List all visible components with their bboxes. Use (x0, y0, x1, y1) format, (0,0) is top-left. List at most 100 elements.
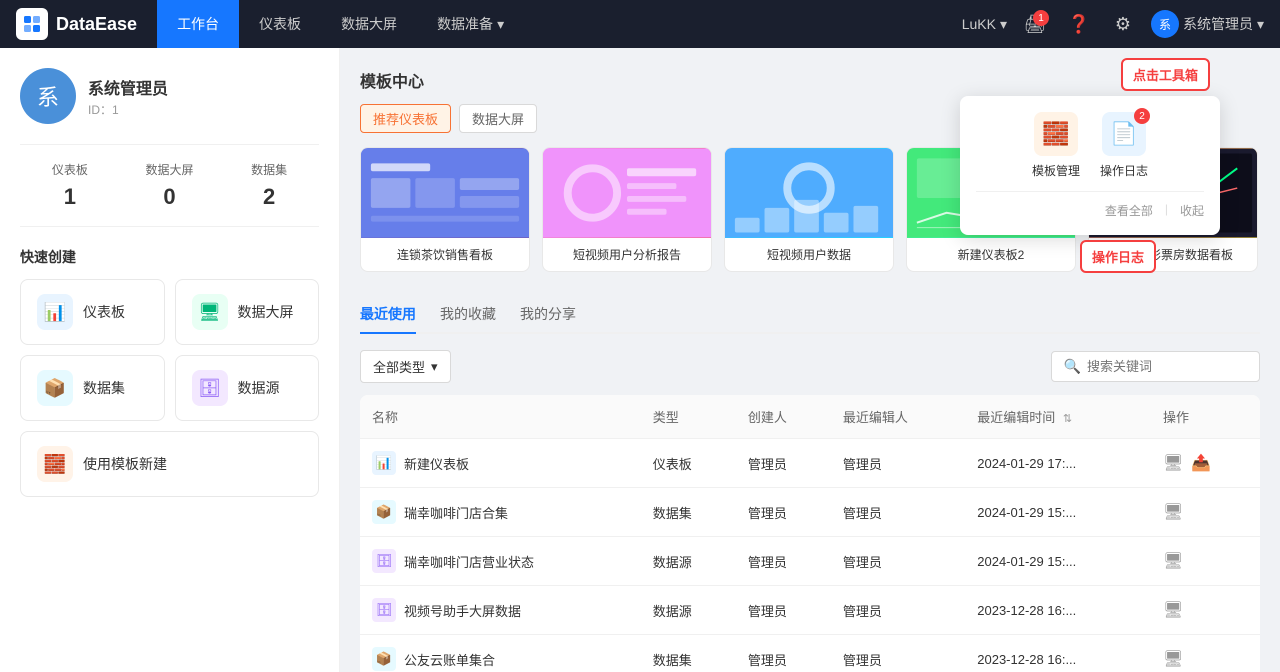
sort-icon[interactable]: ⇅ (1063, 413, 1072, 425)
nav-tab-dataprep[interactable]: 数据准备 ▾ (417, 0, 524, 48)
stat-dataset: 数据集 2 (219, 161, 319, 210)
help-icon-button[interactable]: ❓ (1063, 8, 1095, 40)
row-name: 新建仪表板 (404, 454, 469, 473)
callout-toolbox-label: 点击工具箱 (1121, 58, 1210, 91)
template-card-2[interactable]: 短视频用户分析报告 (542, 147, 712, 272)
tag-datascreen[interactable]: 数据大屏 (459, 104, 537, 133)
quick-item-datasource[interactable]: 🗄 数据源 (175, 355, 320, 421)
quick-create-title: 快速创建 (20, 247, 319, 267)
quick-item-template[interactable]: 🧱 使用模板新建 (20, 431, 319, 497)
toolbar-tooltip-popup: 🧱 模板管理 📄 2 操作日志 查看全部 | 收起 点击工具箱 (960, 96, 1220, 235)
nav-tab-dashboard[interactable]: 仪表板 (239, 0, 321, 48)
tab-shared[interactable]: 我的分享 (520, 296, 576, 334)
search-box: 🔍 (1051, 351, 1260, 382)
dashboard-icon: 📊 (37, 294, 73, 330)
tooltip-items: 🧱 模板管理 📄 2 操作日志 (976, 112, 1204, 179)
preview-icon[interactable]: 🖥 (1163, 453, 1183, 473)
preview-icon[interactable]: 🖥 (1163, 502, 1183, 522)
tab-recent[interactable]: 最近使用 (360, 296, 416, 334)
template-icon: 🧱 (37, 446, 73, 482)
user-name: 系统管理员 (88, 75, 168, 99)
row-type-icon: 🗄 (372, 598, 396, 622)
avatar: 系 (20, 68, 76, 124)
stat-dashboard: 仪表板 1 (20, 161, 120, 210)
col-type: 类型 (641, 395, 736, 439)
chevron-down-icon: ▾ (431, 359, 438, 375)
row-name: 瑞幸咖啡门店合集 (404, 503, 508, 522)
table-row: 🗄 视频号助手大屏数据 数据源 管理员 管理员 2023-12-28 16:..… (360, 586, 1260, 635)
row-creator: 管理员 (736, 537, 831, 586)
nav-right-area: LuKK ▾ 🖨 1 ❓ ⚙ 系 系统管理员 ▾ (962, 8, 1264, 40)
template-thumb-3 (725, 148, 893, 238)
share-icon[interactable]: 📤 (1191, 453, 1211, 473)
template-card-1[interactable]: 连锁茶饮销售看板 (360, 147, 530, 272)
row-name: 视频号助手大屏数据 (404, 601, 521, 620)
col-action: 操作 (1151, 395, 1260, 439)
row-last-edit-time: 2023-12-28 16:... (965, 635, 1151, 672)
row-name: 公友云账单集合 (404, 650, 495, 669)
table-row: 📦 瑞幸咖啡门店合集 数据集 管理员 管理员 2024-01-29 15:...… (360, 488, 1260, 537)
user-profile: 系 系统管理员 ID：1 (20, 68, 319, 124)
nav-user-button[interactable]: LuKK ▾ (962, 16, 1007, 33)
printer-icon-button[interactable]: 🖨 1 (1019, 8, 1051, 40)
callout-log-label: 操作日志 (1080, 240, 1156, 273)
filter-row: 全部类型 ▾ 🔍 (360, 350, 1260, 383)
type-filter-select[interactable]: 全部类型 ▾ (360, 350, 451, 383)
logo-text: DataEase (56, 14, 137, 35)
user-id: ID：1 (88, 101, 168, 118)
preview-icon[interactable]: 🖥 (1163, 600, 1183, 620)
row-last-edit-time: 2023-12-28 16:... (965, 586, 1151, 635)
row-type-icon: 🗄 (372, 549, 396, 573)
row-type-icon: 📦 (372, 500, 396, 524)
datascreen-icon: 🖥 (192, 294, 228, 330)
quick-item-dashboard[interactable]: 📊 仪表板 (20, 279, 165, 345)
quick-item-dataset[interactable]: 📦 数据集 (20, 355, 165, 421)
col-name: 名称 (360, 395, 641, 439)
row-last-edit-time: 2024-01-29 15:... (965, 537, 1151, 586)
tag-recommended[interactable]: 推荐仪表板 (360, 104, 451, 133)
tooltip-item-template-mgr[interactable]: 🧱 模板管理 (1032, 112, 1080, 179)
template-thumb-1 (361, 148, 529, 238)
settings-icon-button[interactable]: ⚙ (1107, 8, 1139, 40)
nav-tabs: 工作台 仪表板 数据大屏 数据准备 ▾ (157, 0, 524, 48)
template-thumb-2 (543, 148, 711, 238)
nav-avatar: 系 (1151, 10, 1179, 38)
left-panel: 系 系统管理员 ID：1 仪表板 1 数据大屏 0 数据集 2 快速创建 (0, 48, 340, 672)
row-name: 瑞幸咖啡门店营业状态 (404, 552, 534, 571)
row-last-editor: 管理员 (831, 537, 965, 586)
nav-tab-datascreen[interactable]: 数据大屏 (321, 0, 417, 48)
right-panel: 模板中心 推荐仪表板 数据大屏 (340, 48, 1280, 672)
nav-system-admin-button[interactable]: 系 系统管理员 ▾ (1151, 10, 1264, 38)
notification-badge: 1 (1033, 10, 1049, 26)
template-mgr-icon: 🧱 (1034, 112, 1078, 156)
logo-icon (16, 8, 48, 40)
table-header-row: 名称 类型 创建人 最近编辑人 最近编辑时间 ⇅ 操作 (360, 395, 1260, 439)
preview-icon[interactable]: 🖥 (1163, 551, 1183, 571)
recent-tabs-row: 最近使用 我的收藏 我的分享 (360, 296, 1260, 334)
tooltip-item-operation-log[interactable]: 📄 2 操作日志 (1100, 112, 1148, 179)
row-type: 数据集 (641, 635, 736, 672)
col-creator: 创建人 (736, 395, 831, 439)
quick-item-datascreen[interactable]: 🖥 数据大屏 (175, 279, 320, 345)
row-creator: 管理员 (736, 635, 831, 672)
view-all-link[interactable]: 查看全部 (1105, 202, 1153, 219)
row-type: 仪表板 (641, 439, 736, 488)
row-type: 数据源 (641, 586, 736, 635)
row-last-edit-time: 2024-01-29 17:... (965, 439, 1151, 488)
template-card-3[interactable]: 短视频用户数据 (724, 147, 894, 272)
tab-favorites[interactable]: 我的收藏 (440, 296, 496, 334)
row-last-edit-time: 2024-01-29 15:... (965, 488, 1151, 537)
nav-tab-workspace[interactable]: 工作台 (157, 0, 239, 48)
search-icon: 🔍 (1064, 358, 1081, 375)
data-table: 名称 类型 创建人 最近编辑人 最近编辑时间 ⇅ 操作 📊 新建仪表板 (360, 395, 1260, 672)
row-creator: 管理员 (736, 439, 831, 488)
preview-icon[interactable]: 🖥 (1163, 649, 1183, 669)
logo-area: DataEase (16, 8, 137, 40)
operation-log-icon: 📄 2 (1102, 112, 1146, 156)
question-circle-icon: ❓ (1068, 14, 1090, 35)
row-type: 数据集 (641, 488, 736, 537)
collapse-link[interactable]: 收起 (1180, 202, 1204, 219)
row-type-icon: 📦 (372, 647, 396, 671)
search-input[interactable] (1087, 359, 1247, 374)
stat-datascreen: 数据大屏 0 (120, 161, 220, 210)
